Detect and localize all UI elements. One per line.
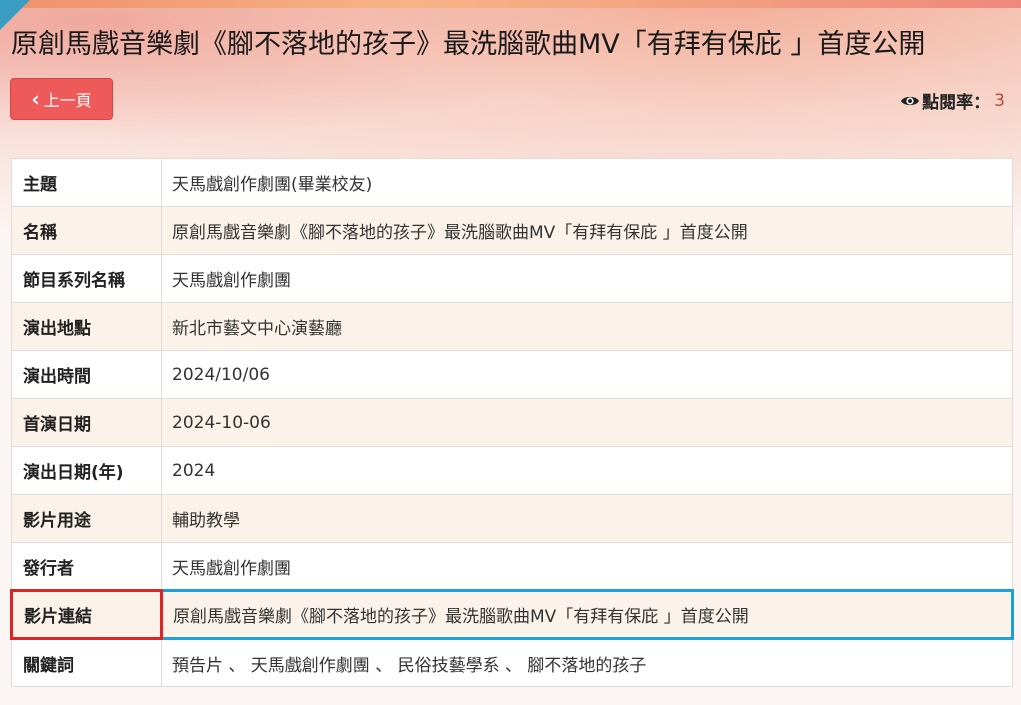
table-row: 演出地點 新北市藝文中心演藝廳: [11, 302, 1013, 351]
view-count: 點閱率： 3: [900, 88, 1005, 113]
row-key: 主題: [11, 158, 162, 207]
table-row: 發行者 天馬戲創作劇團: [11, 542, 1013, 591]
row-value: 2024-10-06: [161, 398, 1013, 447]
table-row: 演出時間 2024/10/06: [11, 350, 1013, 399]
views-label: 點閱率：: [922, 93, 991, 113]
table-row: 節目系列名稱 天馬戲創作劇團: [11, 254, 1013, 303]
table-row: 影片連結 原創馬戲音樂劇《腳不落地的孩子》最洗腦歌曲MV「有拜有保庇 」首度公開: [10, 589, 1014, 640]
info-table: 主題 天馬戲創作劇團(畢業校友) 名稱 原創馬戲音樂劇《腳不落地的孩子》最洗腦歌…: [10, 158, 1014, 687]
row-value: 天馬戲創作劇團: [161, 254, 1013, 303]
back-button-label: 上一頁: [43, 91, 92, 110]
row-key: 關鍵詞: [11, 638, 162, 687]
table-row: 主題 天馬戲創作劇團(畢業校友): [11, 158, 1013, 207]
table-row: 演出日期(年) 2024: [11, 446, 1013, 495]
row-key: 演出時間: [11, 350, 162, 399]
row-key: 影片用途: [11, 494, 162, 543]
row-value: 輔助教學: [161, 494, 1013, 543]
views-count: 3: [994, 90, 1005, 111]
page-title: 原創馬戲音樂劇《腳不落地的孩子》最洗腦歌曲MV「有拜有保庇 」首度公開: [11, 29, 926, 60]
row-value: 新北市藝文中心演藝廳: [161, 302, 1013, 351]
row-key: 發行者: [11, 542, 162, 591]
eye-icon: [901, 96, 920, 105]
row-value: 2024: [161, 446, 1013, 495]
table-row: 關鍵詞 預告片 、 天馬戲創作劇團 、 民俗技藝學系 、 腳不落地的孩子: [11, 638, 1013, 687]
row-value: 天馬戲創作劇團: [161, 542, 1013, 591]
row-value: 天馬戲創作劇團(畢業校友): [161, 158, 1013, 207]
row-key: 演出地點: [11, 302, 162, 351]
video-link[interactable]: 原創馬戲音樂劇《腳不落地的孩子》最洗腦歌曲MV「有拜有保庇 」首度公開: [160, 589, 1014, 640]
chevron-left-icon: ‹: [31, 87, 40, 111]
row-value: 原創馬戲音樂劇《腳不落地的孩子》最洗腦歌曲MV「有拜有保庇 」首度公開: [161, 206, 1013, 255]
video-link-key: 影片連結: [10, 589, 163, 640]
row-key: 名稱: [11, 206, 162, 255]
row-key: 首演日期: [11, 398, 162, 447]
row-key: 節目系列名稱: [11, 254, 162, 303]
table-row: 名稱 原創馬戲音樂劇《腳不落地的孩子》最洗腦歌曲MV「有拜有保庇 」首度公開: [11, 206, 1013, 255]
table-row: 影片用途 輔助教學: [11, 494, 1013, 543]
decorative-strip: [0, 0, 1021, 8]
row-key: 演出日期(年): [11, 446, 162, 495]
row-value: 2024/10/06: [161, 350, 1013, 399]
back-button[interactable]: ‹ 上一頁: [10, 78, 113, 120]
row-value: 預告片 、 天馬戲創作劇團 、 民俗技藝學系 、 腳不落地的孩子: [161, 638, 1013, 687]
table-row: 首演日期 2024-10-06: [11, 398, 1013, 447]
